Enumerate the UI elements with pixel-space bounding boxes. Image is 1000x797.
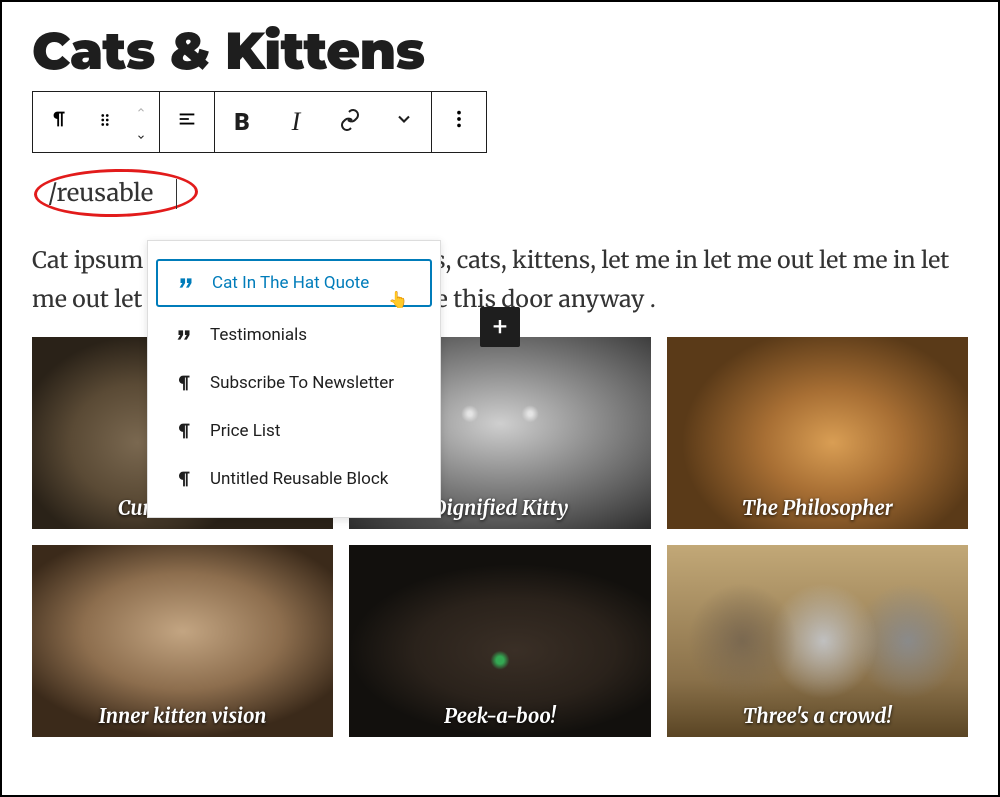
align-button[interactable] [160,92,214,152]
toolbar-group-options [432,92,486,152]
slash-input-text: /reusable [48,177,153,208]
gallery-item[interactable]: Inner kitten vision [32,545,333,737]
toolbar-group-align [160,92,215,152]
chevron-up-icon[interactable] [133,96,149,121]
gallery-item[interactable]: The Philosopher [667,337,968,529]
gallery-item[interactable]: Peek-a-boo! [349,545,650,737]
chevron-down-icon[interactable] [133,123,149,148]
gallery-caption[interactable]: Peek-a-boo! [349,704,650,729]
options-button[interactable] [432,92,486,152]
more-format-button[interactable] [377,92,431,152]
autocomplete-item[interactable]: Testimonials [148,311,440,359]
link-button[interactable] [323,92,377,152]
more-vertical-icon [448,108,470,136]
move-buttons [123,92,159,152]
toolbar-group-format: B I [215,92,432,152]
quote-icon [174,271,198,295]
slash-input-line[interactable]: /reusable [26,173,968,219]
gallery-caption[interactable]: Three's a crowd! [667,704,968,729]
autocomplete-item[interactable]: Untitled Reusable Block [148,455,440,503]
autocomplete-item-label: Cat In The Hat Quote [212,273,369,293]
align-left-icon [176,108,198,136]
autocomplete-item-label: Subscribe To Newsletter [210,373,394,393]
cursor-pointer-icon: 👆 [388,290,408,309]
paragraph-icon [49,108,71,136]
paragraph-icon [172,419,196,443]
drag-handle-button[interactable] [87,92,123,152]
link-icon [338,107,362,137]
drag-handle-icon [96,110,114,135]
chevron-down-icon [394,109,414,135]
editor-frame: Cats & Kittens [0,0,1000,797]
block-toolbar: B I [32,91,487,153]
autocomplete-item-label: Price List [210,421,280,441]
autocomplete-item[interactable]: Price List [148,407,440,455]
post-title[interactable]: Cats & Kittens [32,20,968,83]
gallery-caption[interactable]: The Philosopher [667,496,968,521]
add-block-button[interactable]: + [480,307,520,347]
autocomplete-item-label: Untitled Reusable Block [210,469,388,489]
paragraph-icon [172,371,196,395]
plus-icon: + [493,312,508,342]
autocomplete-item[interactable]: Cat In The Hat Quote 👆 [156,259,432,307]
autocomplete-item-label: Testimonials [210,325,307,345]
gallery-item[interactable]: Three's a crowd! [667,545,968,737]
block-type-button[interactable] [33,92,87,152]
slash-autocomplete-popover: Cat In The Hat Quote 👆 Testimonials Subscri… [147,240,441,518]
text-caret [176,179,177,209]
bold-button[interactable]: B [215,92,269,152]
quote-icon [172,323,196,347]
gallery-caption[interactable]: Inner kitten vision [32,704,333,729]
autocomplete-item[interactable]: Subscribe To Newsletter [148,359,440,407]
italic-button[interactable]: I [269,92,323,152]
toolbar-group-type [33,92,160,152]
paragraph-icon [172,467,196,491]
